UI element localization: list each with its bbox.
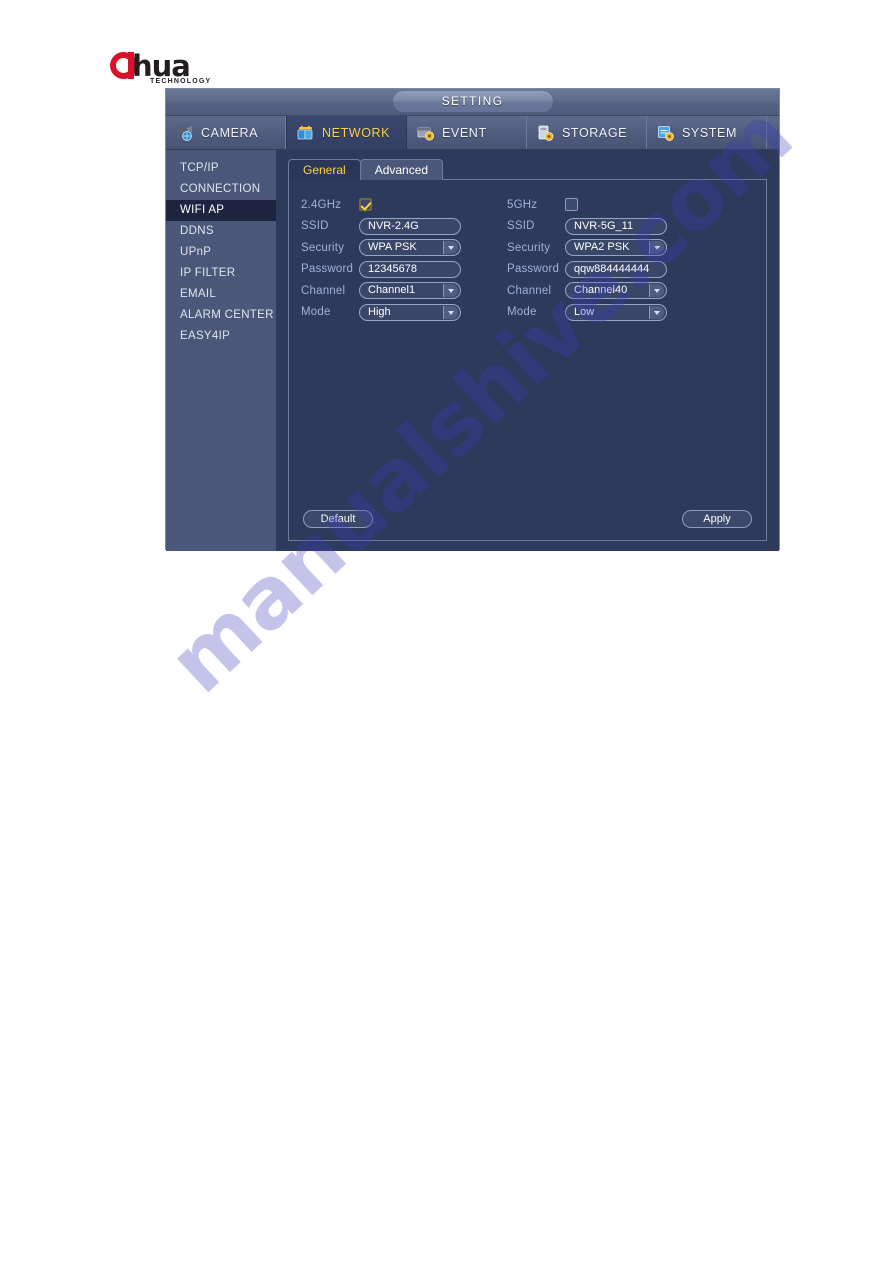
row-24ghz-channel: Channel Channel1 xyxy=(301,280,461,302)
row-5ghz-security: Security WPA2 PSK xyxy=(507,237,667,259)
sidebar-item-ip-filter[interactable]: IP FILTER xyxy=(166,263,276,284)
band-5ghz-column: 5GHz SSID NVR-5G_11 Security WPA2 PSK Pa… xyxy=(507,194,667,323)
storage-icon xyxy=(536,124,556,142)
camera-icon xyxy=(175,124,195,142)
row-5ghz-channel: Channel Channel40 xyxy=(507,280,667,302)
tab-advanced[interactable]: Advanced xyxy=(359,159,444,180)
label-5ghz-ssid: SSID xyxy=(507,220,535,233)
select-5ghz-channel-value: Channel40 xyxy=(574,284,628,297)
nav-tab-storage-label: STORAGE xyxy=(562,125,628,140)
row-24ghz-mode: Mode High xyxy=(301,302,461,324)
label-5ghz-mode: Mode xyxy=(507,306,537,319)
sidebar-item-connection[interactable]: CONNECTION xyxy=(166,179,276,200)
label-5ghz-security: Security xyxy=(507,241,551,254)
label-24ghz-password: Password xyxy=(301,263,354,276)
select-24ghz-mode[interactable]: High xyxy=(359,303,461,321)
row-5ghz-mode: Mode Low xyxy=(507,302,667,324)
label-24ghz-channel: Channel xyxy=(301,284,346,297)
sidebar-item-ddns[interactable]: DDNS xyxy=(166,221,276,242)
checkbox-24ghz-enable[interactable] xyxy=(359,198,372,212)
window-body: TCP/IP CONNECTION WIFI AP DDNS UPnP IP F… xyxy=(166,150,779,551)
wifi-ap-panel: 2.4GHz SSID NVR-2.4G Security WPA PSK Pa… xyxy=(288,179,767,541)
dahua-logo: hua TECHNOLOGY xyxy=(110,52,270,86)
sidebar-item-wifi-ap[interactable]: WIFI AP xyxy=(166,200,276,221)
nav-tab-event[interactable]: EVENT xyxy=(407,116,527,149)
logo-tagline: TECHNOLOGY xyxy=(150,78,212,85)
chevron-down-icon[interactable] xyxy=(443,305,458,319)
row-5ghz-enable: 5GHz xyxy=(507,194,667,216)
chevron-down-icon[interactable] xyxy=(443,284,458,298)
sidebar-item-upnp[interactable]: UPnP xyxy=(166,242,276,263)
window-title: SETTING xyxy=(392,91,553,112)
tab-bar: General Advanced xyxy=(288,158,767,180)
label-5ghz: 5GHz xyxy=(507,198,538,211)
row-24ghz-enable: 2.4GHz xyxy=(301,194,461,216)
apply-button[interactable]: Apply xyxy=(682,510,752,528)
select-24ghz-channel[interactable]: Channel1 xyxy=(359,282,461,300)
label-5ghz-channel: Channel xyxy=(507,284,552,297)
top-navigation: CAMERA NETWORK EVENT STORAGE SYSTEM xyxy=(166,116,779,150)
sidebar-item-email[interactable]: EMAIL xyxy=(166,284,276,305)
select-24ghz-security-value: WPA PSK xyxy=(368,241,417,254)
system-icon xyxy=(656,124,676,142)
chevron-down-icon[interactable] xyxy=(443,241,458,255)
chevron-down-icon[interactable] xyxy=(649,305,664,319)
label-24ghz-security: Security xyxy=(301,241,345,254)
label-24ghz-mode: Mode xyxy=(301,306,331,319)
input-5ghz-ssid[interactable]: NVR-5G_11 xyxy=(565,217,667,235)
nav-tab-network[interactable]: NETWORK xyxy=(286,116,407,149)
content-area: General Advanced 2.4GHz SSID NVR-2.4G Se… xyxy=(276,150,779,551)
input-24ghz-ssid[interactable]: NVR-2.4G xyxy=(359,217,461,235)
sidebar: TCP/IP CONNECTION WIFI AP DDNS UPnP IP F… xyxy=(166,150,276,551)
select-5ghz-mode-value: Low xyxy=(574,305,595,318)
event-icon xyxy=(416,124,436,142)
nav-tab-system[interactable]: SYSTEM xyxy=(647,116,767,149)
row-24ghz-security: Security WPA PSK xyxy=(301,237,461,259)
row-24ghz-password: Password 12345678 xyxy=(301,259,461,281)
nav-tab-network-label: NETWORK xyxy=(322,125,391,140)
window-titlebar: SETTING xyxy=(166,89,779,116)
row-5ghz-ssid: SSID NVR-5G_11 xyxy=(507,216,667,238)
select-24ghz-mode-value: High xyxy=(368,305,391,318)
checkbox-5ghz-enable[interactable] xyxy=(565,198,578,212)
nav-tab-camera-label: CAMERA xyxy=(201,125,259,140)
default-button[interactable]: Default xyxy=(303,510,373,528)
setting-window: SETTING CAMERA NETWORK EVENT STORAGE SYS… xyxy=(165,88,780,551)
nav-tab-system-label: SYSTEM xyxy=(682,125,737,140)
input-5ghz-password[interactable]: qqw884444444 xyxy=(565,260,667,278)
chevron-down-icon[interactable] xyxy=(649,284,664,298)
sidebar-item-easy4ip[interactable]: EASY4IP xyxy=(166,326,276,347)
select-5ghz-mode[interactable]: Low xyxy=(565,303,667,321)
nav-tab-camera[interactable]: CAMERA xyxy=(166,116,286,149)
label-24ghz: 2.4GHz xyxy=(301,198,342,211)
nav-tab-event-label: EVENT xyxy=(442,125,487,140)
sidebar-item-tcpip[interactable]: TCP/IP xyxy=(166,158,276,179)
select-5ghz-channel[interactable]: Channel40 xyxy=(565,282,667,300)
select-5ghz-security[interactable]: WPA2 PSK xyxy=(565,239,667,257)
sidebar-item-alarm-center[interactable]: ALARM CENTER xyxy=(166,305,276,326)
label-5ghz-password: Password xyxy=(507,263,560,276)
label-24ghz-ssid: SSID xyxy=(301,220,329,233)
chevron-down-icon[interactable] xyxy=(649,241,664,255)
select-24ghz-security[interactable]: WPA PSK xyxy=(359,239,461,257)
network-icon xyxy=(296,124,316,142)
row-5ghz-password: Password qqw884444444 xyxy=(507,259,667,281)
logo-wordmark: hua xyxy=(132,49,191,83)
nav-tab-storage[interactable]: STORAGE xyxy=(527,116,647,149)
select-24ghz-channel-value: Channel1 xyxy=(368,284,416,297)
row-24ghz-ssid: SSID NVR-2.4G xyxy=(301,216,461,238)
band-24ghz-column: 2.4GHz SSID NVR-2.4G Security WPA PSK Pa… xyxy=(301,194,461,323)
input-24ghz-password[interactable]: 12345678 xyxy=(359,260,461,278)
tab-general[interactable]: General xyxy=(288,159,361,180)
select-5ghz-security-value: WPA2 PSK xyxy=(574,241,630,254)
